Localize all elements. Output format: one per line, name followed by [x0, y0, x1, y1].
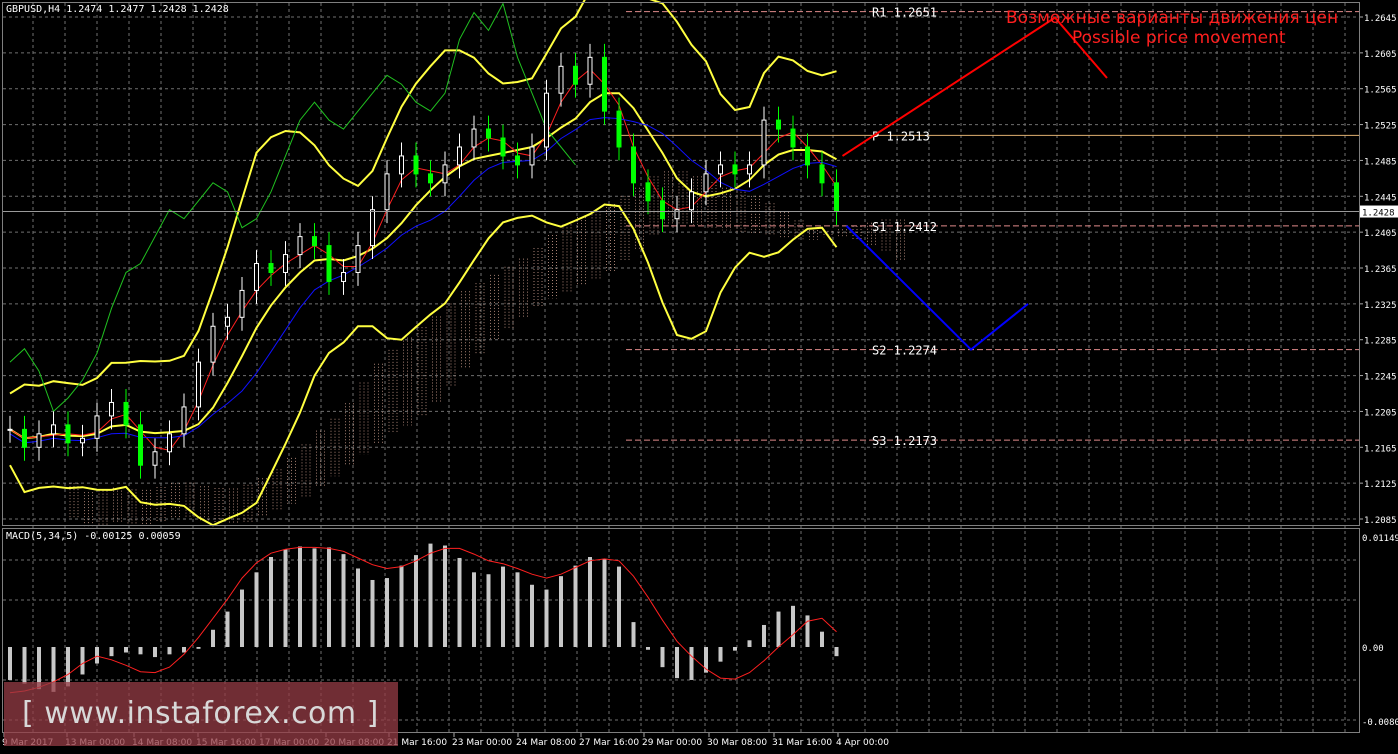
time-tick-label: 29 Mar 00:00: [642, 738, 702, 748]
time-tick-label: 23 Mar 00:00: [452, 738, 512, 748]
axis-tick-label: 1.2125: [1364, 480, 1397, 490]
time-tick-label: 30 Mar 08:00: [707, 738, 767, 748]
axis-tick-label: 1.2285: [1364, 337, 1397, 347]
axis-tick-label: 1.2525: [1364, 122, 1397, 132]
time-tick-label: 31 Mar 16:00: [772, 738, 832, 748]
time-tick-label: 4 Apr 00:00: [836, 738, 889, 748]
current-price-label: 1.2428: [1362, 209, 1395, 219]
axis-tick-label: 1.2165: [1364, 444, 1397, 454]
chart-window: R1 1.2651 P 1.2513 S1 1.2412 S2 1.2274 S3 1.…: [0, 0, 1398, 750]
watermark-text: [ www.instaforex.com ]: [22, 696, 379, 731]
axis-tick-label: 1.2605: [1364, 50, 1397, 60]
axis-tick-label: 1.2645: [1364, 14, 1397, 24]
macd-axis-label: -0.00808: [1362, 718, 1398, 728]
axis-tick-label: 1.2485: [1364, 157, 1397, 167]
annotation-ru: Возможные варианты движения цен: [1006, 8, 1339, 28]
axis-tick-label: 1.2245: [1364, 373, 1397, 383]
axis-tick-label: 1.2085: [1364, 516, 1397, 526]
axis-tick-label: 1.2445: [1364, 193, 1397, 203]
main-pane-border: [2, 2, 1360, 526]
axis-tick-label: 1.2325: [1364, 301, 1397, 311]
annotation-en: Possible price movement: [1072, 28, 1286, 48]
axis-tick-label: 1.2205: [1364, 408, 1397, 418]
axis-tick-label: 1.2365: [1364, 265, 1397, 275]
macd-header: MACD(5,34,5) -0.00125 0.00059: [6, 531, 181, 542]
macd-axis-label: 0.00: [1362, 644, 1384, 654]
macd-axis-label: 0.01149: [1362, 534, 1398, 544]
axis-tick-label: 1.2565: [1364, 86, 1397, 96]
axis-tick-label: 1.2405: [1364, 229, 1397, 239]
time-tick-label: 27 Mar 16:00: [579, 738, 639, 748]
time-tick-label: 24 Mar 08:00: [516, 738, 576, 748]
symbol-header: GBPUSD,H4 1.2474 1.2477 1.2428 1.2428: [6, 4, 229, 15]
